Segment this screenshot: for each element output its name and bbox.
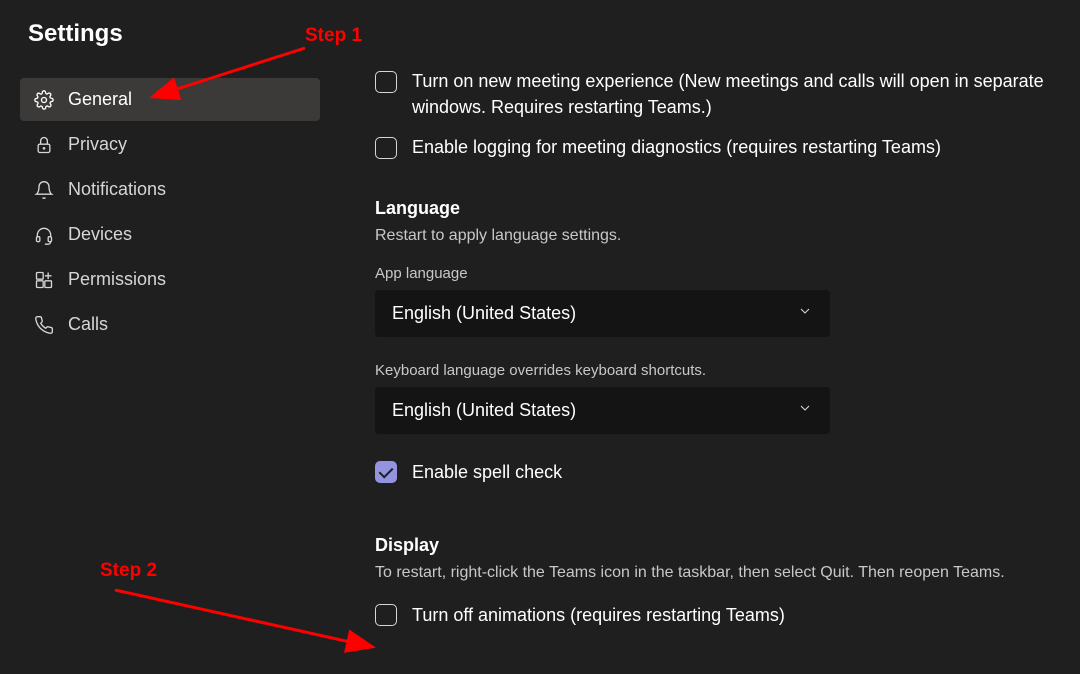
- sidebar-item-label: General: [68, 89, 132, 110]
- sidebar: Settings General: [20, 20, 320, 674]
- sidebar-item-notifications[interactable]: Notifications: [20, 168, 320, 211]
- sidebar-item-permissions[interactable]: Permissions: [20, 258, 320, 301]
- chevron-down-icon: [797, 400, 813, 421]
- checkbox-row-new-meeting-experience: Turn on new meeting experience (New meet…: [375, 68, 1060, 120]
- field-label-keyboard-language: Keyboard language overrides keyboard sho…: [375, 362, 1060, 379]
- headset-icon: [34, 225, 54, 245]
- display-section: Display To restart, right-click the Team…: [375, 535, 1060, 628]
- checkbox-row-spell-check: Enable spell check: [375, 459, 1060, 485]
- checkbox-row-enable-logging: Enable logging for meeting diagnostics (…: [375, 134, 1060, 160]
- gear-icon: [34, 90, 54, 110]
- checkbox-label: Turn on new meeting experience (New meet…: [412, 68, 1060, 120]
- sidebar-items: General Privacy: [20, 78, 320, 346]
- sidebar-item-label: Permissions: [68, 269, 166, 290]
- keyboard-language-select[interactable]: English (United States): [375, 387, 830, 434]
- bell-icon: [34, 180, 54, 200]
- checkbox-new-meeting-experience[interactable]: [375, 71, 397, 93]
- checkbox-enable-spell-check[interactable]: [375, 461, 397, 483]
- sidebar-item-privacy[interactable]: Privacy: [20, 123, 320, 166]
- sidebar-item-label: Calls: [68, 314, 108, 335]
- sidebar-item-label: Notifications: [68, 179, 166, 200]
- apps-icon: [34, 270, 54, 290]
- sidebar-item-label: Privacy: [68, 134, 127, 155]
- checkbox-enable-logging[interactable]: [375, 137, 397, 159]
- section-title: Display: [375, 535, 1060, 556]
- annotation-arrow-step-1: [140, 40, 320, 110]
- checkbox-label: Enable spell check: [412, 459, 562, 485]
- sidebar-item-calls[interactable]: Calls: [20, 303, 320, 346]
- sidebar-item-devices[interactable]: Devices: [20, 213, 320, 256]
- sidebar-item-label: Devices: [68, 224, 132, 245]
- annotation-arrow-step-2: [105, 585, 385, 665]
- checkbox-row-turn-off-animations: Turn off animations (requires restarting…: [375, 602, 1060, 628]
- field-label-app-language: App language: [375, 265, 1060, 282]
- section-subtitle: Restart to apply language settings.: [375, 227, 1060, 245]
- checkbox-label: Turn off animations (requires restarting…: [412, 602, 785, 628]
- section-subtitle: To restart, right-click the Teams icon i…: [375, 564, 1060, 582]
- language-section: Language Restart to apply language setti…: [375, 198, 1060, 485]
- lock-icon: [34, 135, 54, 155]
- checkbox-label: Enable logging for meeting diagnostics (…: [412, 134, 941, 160]
- content-panel: Turn on new meeting experience (New meet…: [320, 20, 1080, 674]
- phone-icon: [34, 315, 54, 335]
- select-value: English (United States): [392, 400, 576, 421]
- select-value: English (United States): [392, 303, 576, 324]
- section-title: Language: [375, 198, 1060, 219]
- chevron-down-icon: [797, 303, 813, 324]
- app-language-select[interactable]: English (United States): [375, 290, 830, 337]
